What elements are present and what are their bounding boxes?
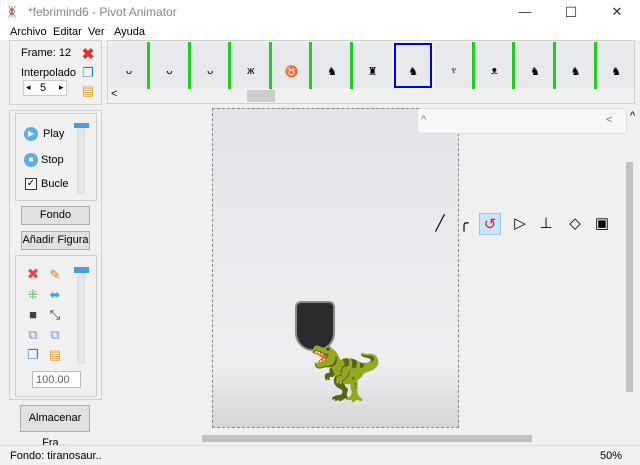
toolbar-expand[interactable]: < — [606, 114, 612, 126]
minimize-button[interactable]: — — [502, 0, 548, 24]
loop-checkbox[interactable]: ✓ — [25, 178, 37, 190]
interpolate-value[interactable]: 5 — [40, 82, 46, 94]
store-frame-button[interactable]: Almacenar Fra... — [20, 405, 90, 449]
polygon-tool-icon[interactable]: ◇ — [564, 213, 586, 235]
loop-label: Bucle — [41, 178, 69, 190]
horizontal-scrollbar[interactable] — [202, 435, 532, 442]
menu-archivo[interactable]: Archivo — [10, 26, 47, 38]
timeline-frame[interactable]: ♞ — [556, 43, 595, 88]
frame-marker[interactable] — [228, 42, 232, 89]
frame-marker[interactable] — [268, 42, 272, 89]
stop-button[interactable]: Stop — [41, 154, 64, 166]
timeline-frame[interactable]: ᴗ — [191, 43, 230, 88]
timeline-frame[interactable]: ♉ — [272, 43, 311, 88]
background-button[interactable]: Fondo — [21, 206, 90, 225]
circle-arc-tool-icon[interactable]: ↺ — [479, 213, 501, 235]
timeline-frame[interactable]: ᴗ — [150, 43, 189, 88]
app-icon: ᛤ — [8, 4, 16, 19]
toolbar-right-caret[interactable]: ^ — [630, 110, 635, 122]
scale-input[interactable]: 100.00 — [32, 371, 81, 388]
decrement-button[interactable]: ◂ — [26, 82, 31, 93]
stage[interactable]: 🦖 — [212, 108, 459, 428]
frame-marker[interactable] — [634, 42, 635, 89]
interpolate-label: Interpolado — [21, 67, 77, 79]
timeline-frame[interactable]: ♞ — [597, 43, 634, 88]
figure-tools-panel: ✖ ✎ ⁜ ⬌ ■ ⤡ ⧉ ⧉ ❐ ▤ 100.00 — [15, 255, 97, 397]
window-title: *febrimind6 - Pivot Animator — [28, 5, 177, 19]
square-tool-icon[interactable]: ▣ — [591, 213, 613, 235]
angle-tool-icon[interactable]: ⊥ — [535, 213, 557, 235]
bring-front-icon[interactable]: ⧉ — [25, 327, 41, 343]
vertical-scrollbar[interactable] — [626, 162, 633, 392]
timeline-scroll-left[interactable]: < — [111, 88, 117, 100]
frame-marker[interactable] — [593, 42, 597, 89]
paste-figure-icon[interactable]: ▤ — [47, 347, 63, 363]
status-zoom: 50% — [600, 450, 623, 462]
color-figure-icon[interactable]: ■ — [25, 307, 41, 323]
triangle-tool-icon[interactable]: ▷ — [509, 213, 531, 235]
frame-marker[interactable] — [350, 42, 353, 89]
timeline-frame[interactable]: ᴗ — [110, 43, 148, 88]
scale-slider[interactable] — [77, 267, 85, 364]
frame-marker[interactable] — [512, 42, 516, 89]
status-background: Fondo: tiranosaur.. — [10, 450, 102, 462]
curve-line-tool-icon[interactable]: ╭ — [453, 213, 475, 235]
send-back-icon[interactable]: ⧉ — [47, 327, 63, 343]
line-tool-icon[interactable]: ╱ — [429, 213, 451, 235]
maximize-button[interactable]: ☐ — [548, 0, 594, 24]
stop-icon[interactable]: ■ — [24, 153, 38, 167]
timeline-frame[interactable]: ♞ — [516, 43, 554, 88]
delete-figure-icon[interactable]: ✖ — [25, 267, 41, 283]
timeline-frame[interactable]: ᴥ — [475, 43, 514, 88]
timeline-frame[interactable]: ♆ — [434, 43, 473, 88]
copy-figure-icon[interactable]: ❐ — [25, 347, 41, 363]
timeline-frame[interactable]: ж — [231, 43, 270, 88]
frame-marker[interactable] — [471, 42, 475, 89]
interpolate-stepper[interactable]: ◂ 5 ▸ — [23, 80, 67, 96]
paste-frame-icon[interactable]: ▤ — [80, 83, 96, 99]
copy-frame-icon[interactable]: ❐ — [80, 65, 96, 81]
play-button[interactable]: Play — [43, 128, 64, 140]
frame-marker[interactable] — [553, 42, 556, 89]
canvas-area: 🦖 ^ < ╱ ╭ ↺ ▷ ⊥ ◇ ▣ ^ — [107, 104, 640, 444]
frame-marker[interactable] — [147, 42, 150, 89]
timeline-frame[interactable]: ♜ — [353, 43, 392, 88]
shape-toolbar: ^ < — [417, 108, 627, 134]
title-bar: ᛤ *febrimind6 - Pivot Animator — ☐ ✕ — [0, 0, 640, 24]
timeline-scrollbar-thumb[interactable] — [247, 90, 275, 102]
menu-ayuda[interactable]: Ayuda — [114, 26, 145, 38]
status-bar: Fondo: tiranosaur.. 50% — [0, 445, 640, 465]
increment-button[interactable]: ▸ — [59, 82, 64, 93]
add-figure-button[interactable]: Añadir Figura — [21, 231, 90, 250]
edit-figure-icon[interactable]: ✎ — [47, 267, 63, 283]
flip-figure-icon[interactable]: ⬌ — [47, 287, 63, 303]
menu-ver[interactable]: Ver — [88, 26, 105, 38]
timeline-frame[interactable]: ♞ — [394, 43, 433, 88]
timeline-frame[interactable]: ♞ — [313, 43, 351, 88]
toolbar-collapse[interactable]: ^ — [421, 114, 426, 126]
playback-panel: ▶ Play ■ Stop ✓ Bucle — [15, 113, 97, 201]
center-figure-icon[interactable]: ⁜ — [25, 287, 41, 303]
join-figure-icon[interactable]: ⤡ — [47, 307, 63, 323]
frame-label: Frame: 12 — [21, 47, 72, 59]
speed-slider-thumb[interactable] — [74, 123, 89, 128]
menu-editar[interactable]: Editar — [53, 26, 82, 38]
frame-marker[interactable] — [187, 42, 191, 89]
play-icon[interactable]: ▶ — [24, 127, 38, 141]
delete-frame-icon[interactable]: ✖ — [80, 47, 96, 63]
figure-trex[interactable]: 🦖 — [308, 341, 383, 401]
timeline: ᴗ ᴗ ᴗ ж ♉ ♞ ♜ ♞ ♆ ᴥ ♞ ♞ ♞ < — [107, 40, 635, 104]
frame-marker[interactable] — [309, 42, 313, 89]
close-button[interactable]: ✕ — [594, 0, 640, 24]
frame-panel: Frame: 12 Interpolado ◂ 5 ▸ ✖ ❐ ▤ — [9, 40, 102, 105]
speed-slider[interactable] — [77, 124, 85, 194]
scale-slider-thumb[interactable] — [74, 267, 89, 273]
menu-bar: Archivo Editar Ver Ayuda — [0, 24, 640, 40]
